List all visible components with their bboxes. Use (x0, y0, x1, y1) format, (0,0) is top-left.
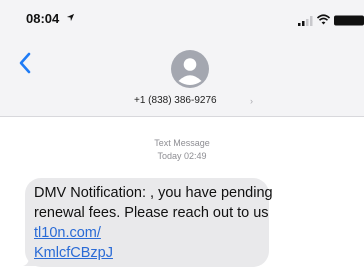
cellular-signal-icon (298, 16, 313, 26)
contact-chevron-icon[interactable]: › (250, 96, 253, 106)
message-link[interactable]: tl10n.com/KmlcfCBzpJ (34, 225, 113, 261)
message-link-part-2[interactable]: KmlcfCBzpJ (34, 245, 113, 261)
battery-icon (334, 15, 364, 26)
contact-avatar[interactable] (171, 50, 209, 88)
message-link-part-1[interactable]: tl10n.com/ (34, 225, 101, 241)
status-time: 08:04 (26, 11, 60, 26)
message-body: DMV Notification: , you have pending ren… (34, 185, 273, 221)
back-chevron-icon[interactable] (18, 52, 32, 74)
message-type-label: Text Message (154, 138, 210, 148)
conversation-header: 08:04 +1 (838) 386-9276 › (0, 0, 364, 117)
wifi-icon (317, 14, 330, 25)
contact-number[interactable]: +1 (838) 386-9276 (134, 95, 217, 106)
message-text[interactable]: DMV Notification: , you have pending ren… (34, 183, 274, 263)
message-timestamp: Today 02:49 (157, 151, 207, 161)
location-arrow-icon (66, 13, 75, 22)
